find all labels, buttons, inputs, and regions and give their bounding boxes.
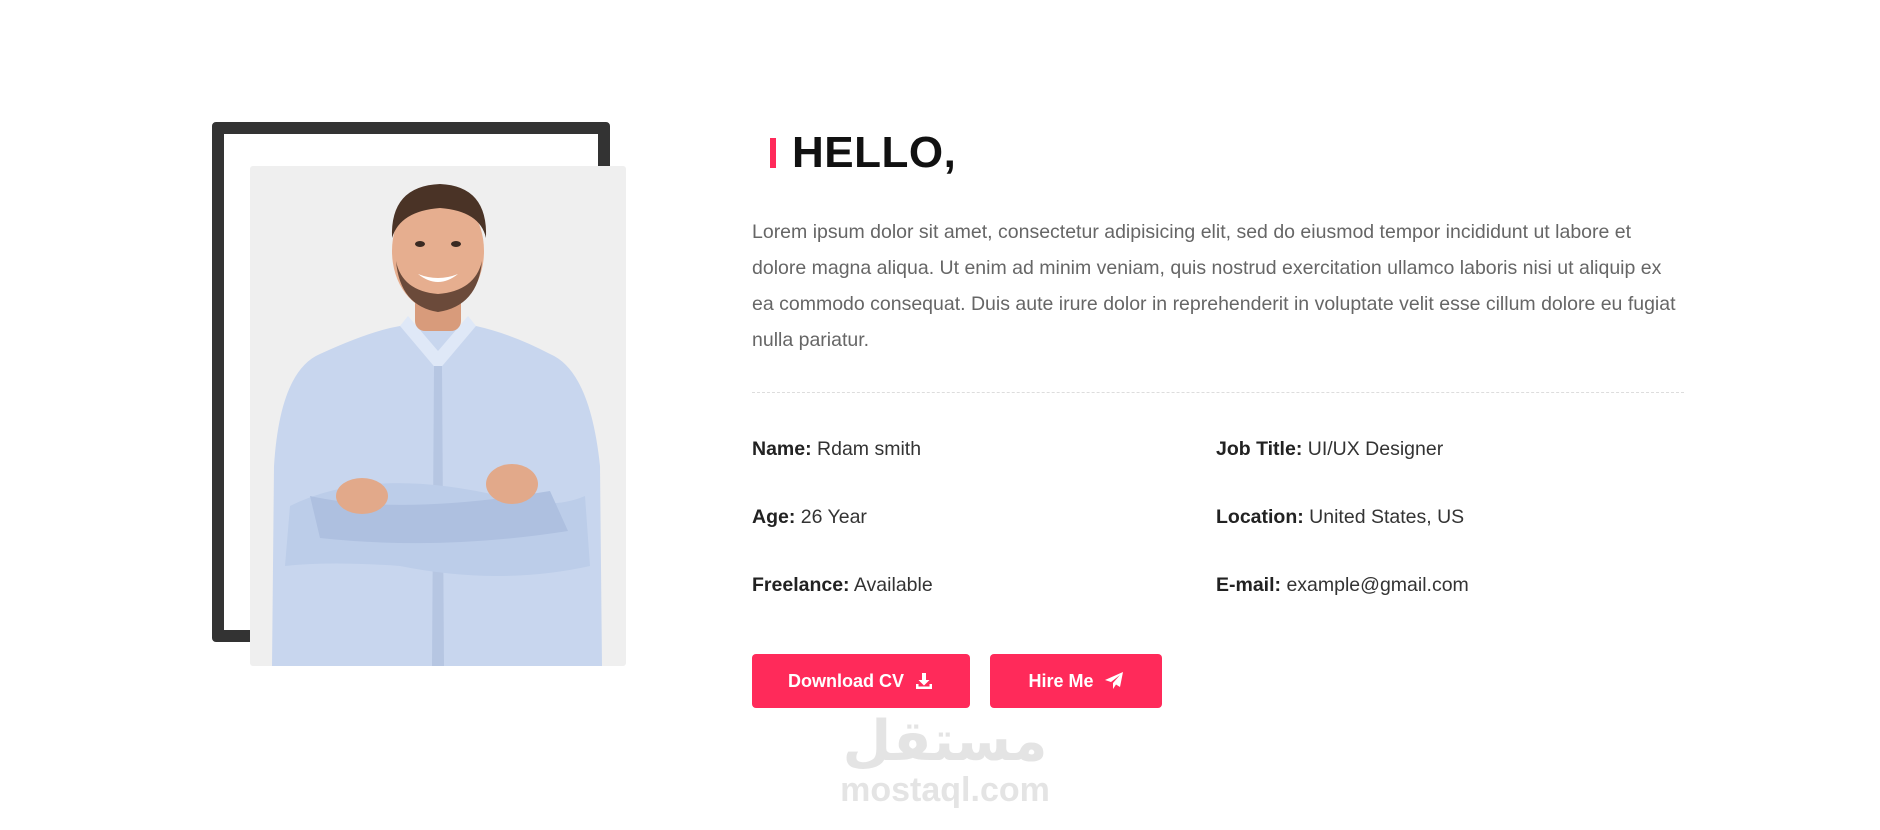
paper-plane-icon — [1104, 671, 1124, 691]
accent-bar — [770, 138, 776, 168]
download-cv-label: Download CV — [788, 670, 904, 691]
info-name: Name: Rdam smith — [752, 438, 921, 461]
hire-me-label: Hire Me — [1028, 670, 1094, 691]
intro-paragraph: Lorem ipsum dolor sit amet, consectetur … — [752, 221, 1676, 351]
info-value: Available — [853, 574, 933, 596]
section-heading: HELLO, — [770, 128, 956, 178]
info-value: United States, US — [1309, 506, 1465, 528]
info-label: E-mail: — [1216, 574, 1282, 596]
info-value: Rdam smith — [817, 438, 922, 460]
info-label: Age: — [752, 506, 796, 528]
divider — [752, 392, 1684, 393]
info-freelance: Freelance: Available — [752, 574, 933, 597]
info-value: UI/UX Designer — [1307, 438, 1444, 460]
info-location: Location: United States, US — [1216, 506, 1464, 529]
info-value: 26 Year — [800, 506, 867, 528]
profile-photo — [250, 166, 626, 666]
info-email: E-mail: example@gmail.com — [1216, 574, 1469, 597]
info-label: Name: — [752, 438, 812, 460]
download-icon — [914, 671, 934, 691]
info-job-title: Job Title: UI/UX Designer — [1216, 438, 1443, 461]
download-cv-button[interactable]: Download CV — [752, 654, 970, 708]
watermark-latin: mostaql.com — [840, 771, 1050, 809]
heading-title: HELLO, — [792, 128, 957, 177]
hire-me-button[interactable]: Hire Me — [990, 654, 1162, 708]
info-age: Age: 26 Year — [752, 506, 867, 529]
info-value: example@gmail.com — [1286, 574, 1469, 596]
watermark-logo: مستقل mostaql.com — [830, 709, 1060, 809]
info-label: Job Title: — [1216, 438, 1303, 460]
info-label: Freelance: — [752, 574, 850, 596]
watermark-arabic: مستقل — [842, 709, 1048, 774]
info-label: Location: — [1216, 506, 1304, 528]
